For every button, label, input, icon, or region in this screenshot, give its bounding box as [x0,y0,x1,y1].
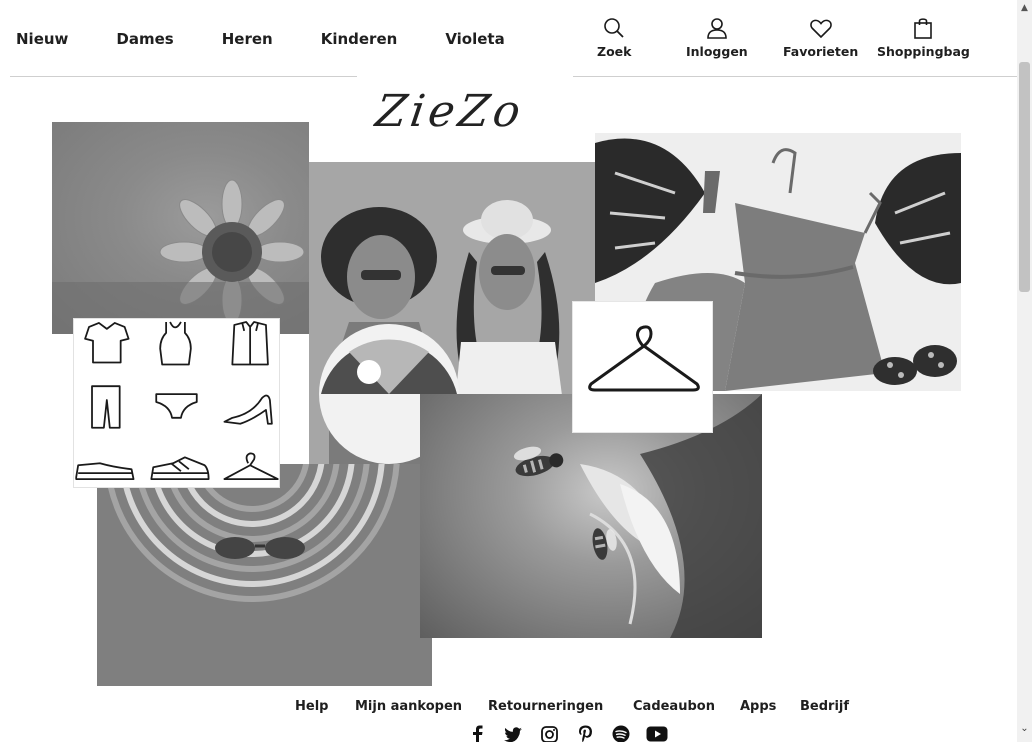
scrollbar-thumb[interactable] [1019,62,1030,292]
hanger-icon [223,452,279,480]
scroll-down-chevron-icon[interactable]: ⌄ [1017,718,1032,738]
twitter-icon[interactable] [502,724,524,742]
clothing-icons-grid[interactable] [73,318,280,488]
sneaker-icon [150,456,210,480]
spotify-icon[interactable] [610,724,632,742]
dress-shoe-icon [75,462,135,480]
hat-illustration [104,464,400,602]
footer-link-cadeaubon[interactable]: Cadeaubon [633,699,715,714]
brand-logo[interactable]: ZieZo [372,86,527,137]
shopping-bag-icon [914,18,933,39]
trousers-icon [91,385,121,429]
instagram-icon[interactable] [538,724,560,742]
footer-link-retourneringen[interactable]: Retourneringen [488,699,603,714]
pinterest-icon[interactable] [574,724,596,742]
underwear-icon [155,393,198,419]
nav-item-dames[interactable]: Dames [116,30,173,48]
search-label: Zoek [597,44,632,59]
t-shirt-icon [84,322,130,364]
shirt-icon [231,321,269,366]
utility-divider [573,76,1018,77]
hanger-icon-tile[interactable] [572,301,713,433]
tank-top-icon [159,321,192,366]
shopping-bag-button[interactable]: Shoppingbag [877,16,970,59]
search-button[interactable]: Zoek [597,16,631,59]
clothing-icons-illustration [75,321,279,480]
search-icon [604,18,624,38]
user-icon [707,18,727,39]
heart-icon [809,19,832,39]
footer-link-help[interactable]: Help [295,699,328,714]
shopping-bag-label: Shoppingbag [877,44,970,59]
footer-link-bedrijf[interactable]: Bedrijf [800,699,849,714]
favorites-button[interactable]: Favorieten [783,16,858,59]
hanger-icon [588,325,700,392]
sunflower-photo[interactable] [52,122,309,334]
favorites-label: Favorieten [783,44,859,59]
nav-item-nieuw[interactable]: Nieuw [16,30,68,48]
nav-item-kinderen[interactable]: Kinderen [321,30,398,48]
hat-sunglasses-photo[interactable] [97,464,432,686]
facebook-icon[interactable] [466,724,488,742]
nav-item-violeta[interactable]: Violeta [445,30,504,48]
nav-divider [10,76,357,77]
scroll-up-arrow-icon[interactable]: ▲ [1017,0,1032,16]
footer-link-apps[interactable]: Apps [740,699,776,714]
footer-link-mijn-aankopen[interactable]: Mijn aankopen [355,699,462,714]
youtube-icon[interactable] [646,724,668,742]
login-button[interactable]: Inloggen [686,16,748,59]
social-links [466,724,682,742]
nav-item-heren[interactable]: Heren [222,30,273,48]
main-nav: Nieuw Dames Heren Kinderen Violeta [16,30,553,48]
high-heel-icon [223,394,273,425]
login-label: Inloggen [686,44,748,59]
sunflower-illustration [52,179,309,334]
